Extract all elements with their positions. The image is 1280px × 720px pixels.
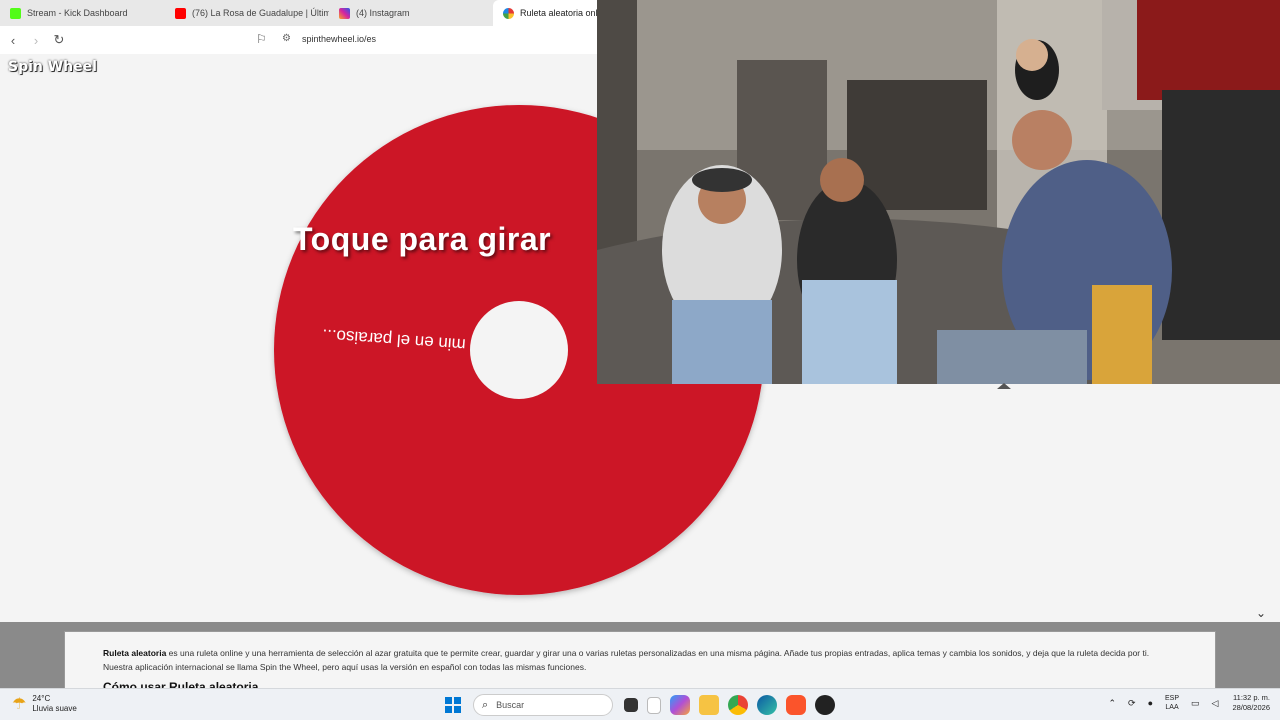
forward-icon[interactable]: › xyxy=(26,33,46,48)
instagram-icon xyxy=(339,7,350,19)
weather-temp: 24°C xyxy=(32,694,51,703)
obs-icon[interactable] xyxy=(814,695,835,715)
tap-to-spin-label[interactable]: Toque para girar xyxy=(293,221,551,258)
kick-icon xyxy=(10,7,21,19)
system-tray: ⌃ ⟳ ● ESP LAA ▭ ◁ 11:32 p. m. 28/08/2026 xyxy=(1096,693,1270,713)
reload-icon[interactable]: ↻ xyxy=(49,32,69,48)
url-field[interactable]: spinthewheel.io/es xyxy=(302,34,376,44)
wheel-hub xyxy=(470,301,568,399)
clock-date: 28/08/2026 xyxy=(1232,703,1270,712)
lang-bottom: LAA xyxy=(1165,704,1179,711)
clock-time: 11:32 p. m. xyxy=(1233,693,1270,702)
weather-rain-icon: ☂ xyxy=(12,696,27,713)
search-placeholder: Buscar xyxy=(496,700,525,710)
task-view-icon[interactable] xyxy=(623,698,638,712)
copilot-icon[interactable] xyxy=(669,695,690,715)
tab-instagram[interactable]: (4) Instagram xyxy=(329,0,493,26)
tab-title: Ruleta aleatoria online xyxy=(520,8,603,18)
taskbar-apps: ⌕ Buscar xyxy=(438,693,839,717)
tab-youtube[interactable]: (76) La Rosa de Guadalupe | Última xyxy=(165,0,329,26)
info-card: Ruleta aleatoria es una ruleta online y … xyxy=(64,631,1216,691)
webcam-overlay xyxy=(597,0,1280,384)
clock[interactable]: 11:32 p. m. 28/08/2026 xyxy=(1232,693,1270,713)
tab-title: (76) La Rosa de Guadalupe | Última xyxy=(192,8,329,18)
bookmark-icon[interactable]: ⚐ xyxy=(256,32,267,46)
chrome-icon[interactable] xyxy=(727,695,748,715)
search-icon: ⌕ xyxy=(482,698,489,711)
chevron-up-icon[interactable]: ⌃ xyxy=(1108,698,1116,709)
tab-kick-dashboard[interactable]: Stream - Kick Dashboard xyxy=(0,0,165,26)
info-description: Ruleta aleatoria es una ruleta online y … xyxy=(103,646,1177,674)
tab-ruleta-aleatoria[interactable]: Ruleta aleatoria online xyxy=(493,0,603,26)
taskbar: ☂ 24°C Lluvia suave ⌕ Buscar ⌃ ⟳ ● ESP L… xyxy=(0,688,1280,720)
file-icon[interactable] xyxy=(646,696,661,714)
sync-icon[interactable]: ⟳ xyxy=(1128,698,1136,709)
windows-start-icon[interactable] xyxy=(443,695,463,715)
lang-top: ESP xyxy=(1165,695,1180,702)
weather-widget[interactable]: ☂ 24°C Lluvia suave xyxy=(12,694,77,714)
webcam-feed-image xyxy=(597,0,1280,384)
edge-icon[interactable] xyxy=(756,695,777,715)
youtube-icon xyxy=(175,7,186,19)
tab-title: Stream - Kick Dashboard xyxy=(27,8,128,18)
volume-icon[interactable]: ◁ xyxy=(1212,698,1219,709)
chevron-down-icon[interactable]: ⌄ xyxy=(1256,606,1266,620)
microphone-icon[interactable]: ● xyxy=(1148,698,1153,708)
info-panel: Ruleta aleatoria es una ruleta online y … xyxy=(0,622,1280,691)
site-info-icon[interactable]: ⚙ xyxy=(282,33,291,44)
tab-title: (4) Instagram xyxy=(356,8,410,18)
brave-icon[interactable] xyxy=(785,695,806,715)
language-indicator[interactable]: ESP LAA xyxy=(1165,694,1179,712)
info-brand: Ruleta aleatoria xyxy=(103,648,167,658)
weather-desc: Lluvia suave xyxy=(32,704,77,713)
info-text: es una ruleta online y una herramienta d… xyxy=(103,648,1150,672)
back-icon[interactable]: ‹ xyxy=(3,33,23,48)
network-icon[interactable]: ▭ xyxy=(1191,698,1200,709)
file-explorer-icon[interactable] xyxy=(698,695,719,715)
taskbar-search[interactable]: ⌕ Buscar xyxy=(473,694,613,716)
spinwheel-icon xyxy=(503,7,514,19)
